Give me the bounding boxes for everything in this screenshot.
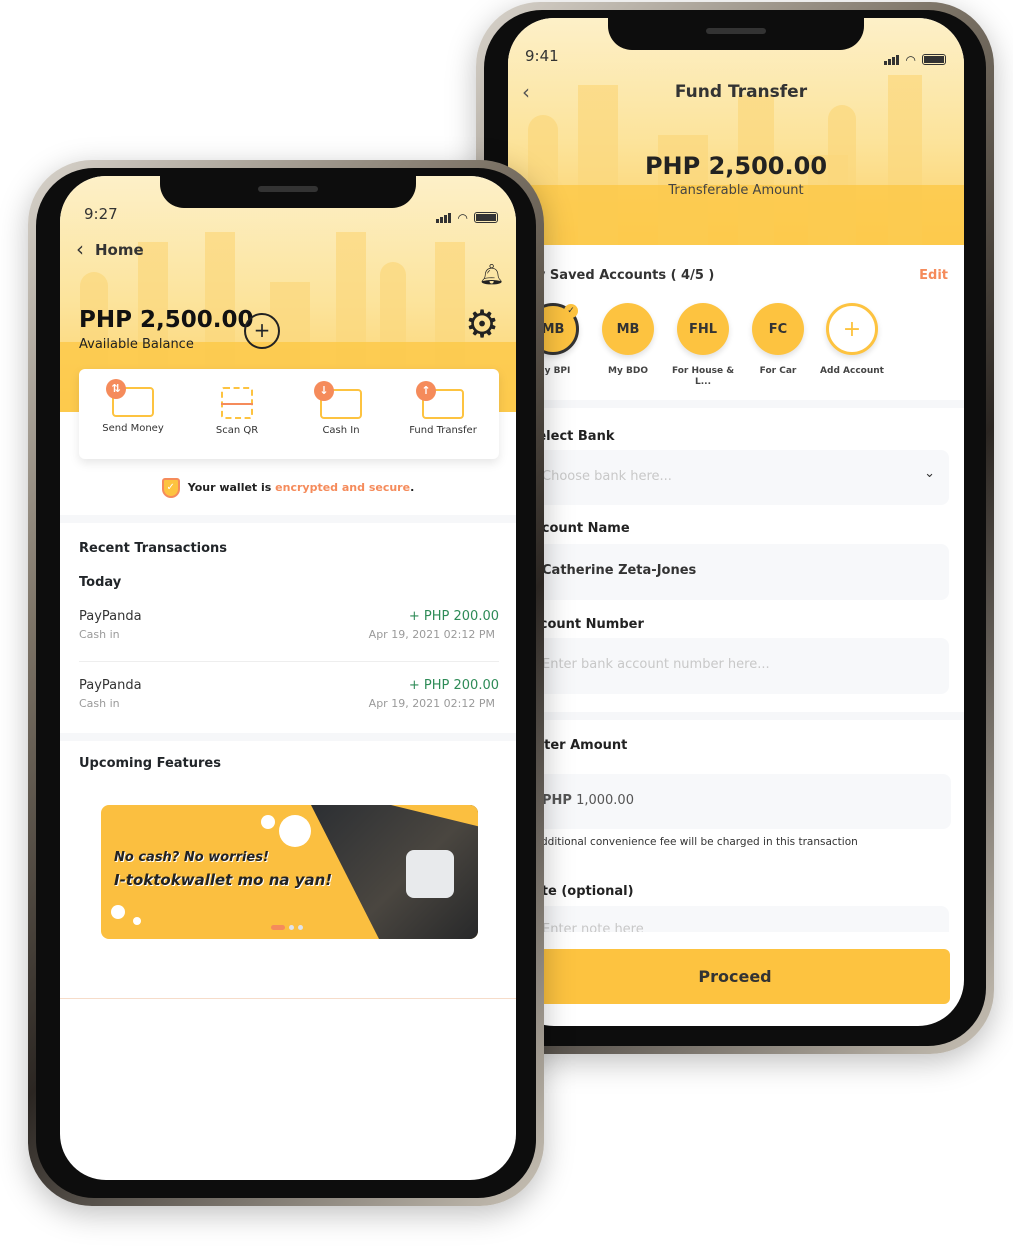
- transaction-type: Cash in: [79, 697, 120, 710]
- home-screen: 9:27 ◠ ‹ Home 🔔︎ ⚙ PHP 2,500.00 Availabl…: [60, 176, 516, 1180]
- quick-action-label: Fund Transfer: [409, 425, 477, 436]
- bell-icon[interactable]: 🔔︎: [479, 262, 504, 286]
- banner-line-1: No cash? No worries!: [114, 850, 269, 865]
- fund-transfer-screen: 9:41 ◠ ‹ Fund Transfer PHP 2,500.00 Tran…: [508, 18, 964, 1026]
- banner-line-2: I-toktokwallet mo na yan!: [114, 871, 333, 889]
- security-notice: ✓ Your wallet is encrypted and secure.: [60, 478, 516, 498]
- back-chevron-icon[interactable]: ‹: [76, 237, 84, 261]
- amount-currency: PHP: [542, 793, 572, 808]
- account-number-placeholder: Enter bank account number here...: [542, 657, 770, 672]
- quick-action-fund-transfer[interactable]: ↑ Fund Transfer: [393, 381, 493, 436]
- wifi-icon: ◠: [457, 210, 468, 225]
- add-account-button[interactable]: +: [826, 303, 878, 355]
- fund-transfer-icon: ↑: [416, 381, 464, 419]
- chevron-down-icon: ⌄: [924, 466, 935, 481]
- note-placeholder: Enter note here: [542, 922, 644, 932]
- note-input[interactable]: Enter note here: [520, 906, 949, 932]
- battery-icon: [922, 54, 946, 65]
- wifi-icon: ◠: [905, 52, 916, 67]
- amount-input[interactable]: PHP 1,000.00: [520, 774, 951, 829]
- recent-transactions-title: Recent Transactions: [79, 541, 228, 556]
- amount-value: 1,000.00: [576, 793, 634, 808]
- account-name: My BDO: [608, 366, 648, 376]
- transaction-amount: + PHP 200.00: [408, 678, 499, 693]
- transaction-name: PayPanda: [79, 678, 142, 693]
- signal-icon: [883, 50, 900, 69]
- divider: [79, 661, 499, 662]
- saved-accounts-title: My Saved Accounts ( 4/5 ): [524, 268, 715, 283]
- carousel-dot[interactable]: [289, 925, 294, 930]
- account-name-input[interactable]: Catherine Zeta-Jones: [520, 544, 949, 600]
- select-bank-dropdown[interactable]: Choose bank here... ⌄: [520, 450, 949, 505]
- quick-action-send-money[interactable]: ⇅ Send Money: [83, 379, 183, 434]
- transaction-amount: + PHP 200.00: [408, 609, 499, 624]
- scan-qr-icon: [221, 387, 253, 419]
- carousel-dot[interactable]: [298, 925, 303, 930]
- add-money-button[interactable]: +: [244, 313, 280, 349]
- account-initials: MB: [541, 321, 565, 337]
- quick-action-scan-qr[interactable]: Scan QR: [187, 387, 287, 436]
- check-icon: ✓: [564, 304, 578, 318]
- account-name: For House & L...: [671, 366, 735, 387]
- fee-notice: Additional convenience fee will be charg…: [534, 836, 858, 848]
- status-icons: ◠: [883, 50, 946, 69]
- quick-action-label: Send Money: [102, 423, 164, 434]
- transferable-balance: PHP 2,500.00: [644, 152, 828, 180]
- transferable-label: Transferable Amount: [668, 183, 804, 198]
- status-time: 9:41: [525, 47, 559, 65]
- banner-photo: [311, 805, 478, 939]
- secure-highlight: encrypted and secure: [275, 481, 411, 494]
- status-icons: ◠: [435, 208, 498, 227]
- account-initials: FHL: [688, 321, 718, 337]
- quick-action-label: Cash In: [322, 425, 360, 436]
- secure-text: Your wallet is: [187, 481, 276, 494]
- proceed-button[interactable]: Proceed: [520, 949, 950, 1004]
- select-bank-placeholder: Choose bank here...: [542, 469, 672, 484]
- upcoming-features-title: Upcoming Features: [79, 756, 221, 771]
- shield-check-icon: ✓: [161, 478, 180, 498]
- gear-icon[interactable]: ⚙: [465, 304, 499, 344]
- notch: [160, 176, 416, 208]
- cash-in-icon: ↓: [314, 381, 362, 419]
- page-title: Fund Transfer: [674, 82, 808, 102]
- battery-icon: [474, 212, 498, 223]
- send-money-icon: ⇅: [106, 379, 154, 417]
- signal-icon: [435, 208, 452, 227]
- transaction-name: PayPanda: [79, 609, 142, 624]
- saved-account-1[interactable]: MB: [602, 303, 654, 355]
- carousel-dot-active[interactable]: [271, 925, 285, 930]
- account-initials: MB: [616, 321, 640, 337]
- account-initials: FC: [768, 321, 788, 337]
- group-label-today: Today: [79, 575, 122, 590]
- back-home-link[interactable]: Home: [95, 241, 144, 259]
- status-time: 9:27: [84, 205, 118, 223]
- carousel-dots: [271, 925, 303, 930]
- transaction-date: Apr 19, 2021 02:12 PM: [368, 628, 495, 641]
- account-name: For Car: [759, 366, 797, 376]
- available-balance: PHP 2,500.00: [79, 307, 254, 333]
- quick-action-cash-in[interactable]: ↓ Cash In: [291, 381, 391, 436]
- saved-account-3[interactable]: FC: [752, 303, 804, 355]
- add-account-label: Add Account: [820, 366, 884, 376]
- quick-actions-card: ⇅ Send Money Scan QR ↓ Cash In ↑ Fund Tr…: [79, 369, 499, 459]
- transaction-type: Cash in: [79, 628, 120, 641]
- promo-banner[interactable]: No cash? No worries! I-toktokwallet mo n…: [101, 805, 478, 939]
- edit-link[interactable]: Edit: [919, 268, 948, 283]
- available-balance-label: Available Balance: [79, 337, 194, 352]
- quick-action-label: Scan QR: [215, 425, 259, 436]
- secure-suffix: .: [410, 481, 415, 494]
- plus-icon: +: [842, 316, 862, 342]
- plus-icon: +: [253, 318, 271, 342]
- account-name-value: Catherine Zeta-Jones: [542, 563, 697, 578]
- notch: [608, 18, 864, 50]
- saved-account-2[interactable]: FHL: [677, 303, 729, 355]
- divider: [60, 998, 516, 999]
- account-number-input[interactable]: Enter bank account number here...: [520, 638, 949, 694]
- transaction-date: Apr 19, 2021 02:12 PM: [368, 697, 495, 710]
- card-reader-image: [406, 850, 454, 898]
